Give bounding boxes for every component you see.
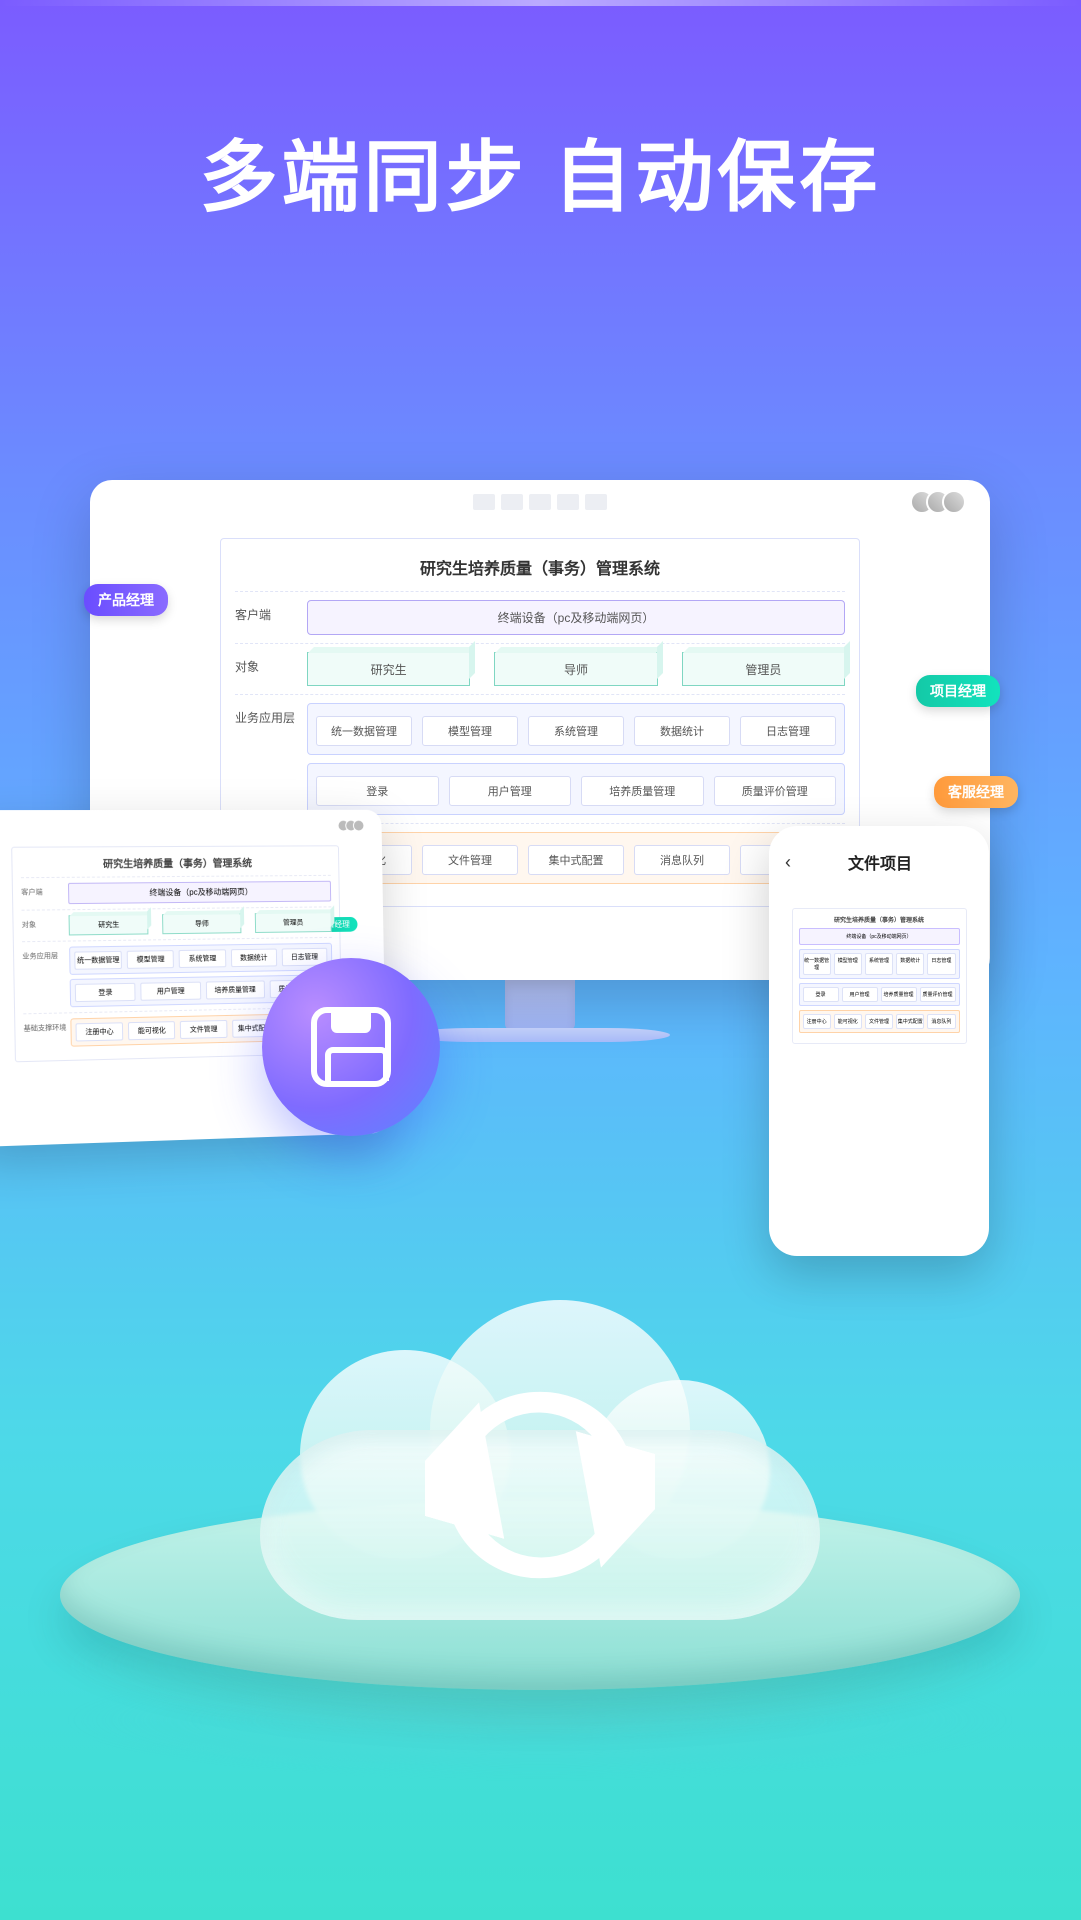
support-chip: 集中式配置 bbox=[528, 845, 624, 875]
object-cube: 管理员 bbox=[254, 912, 331, 933]
object-cube: 管理员 bbox=[682, 652, 845, 686]
support-chip: 消息队列 bbox=[927, 1014, 955, 1029]
client-box: 终端设备（pc及移动端网页） bbox=[799, 928, 960, 945]
app-chip: 系统管理 bbox=[865, 953, 893, 975]
window-tabstrip bbox=[473, 494, 607, 510]
app-chip: 培养质量管理 bbox=[581, 776, 704, 806]
app-chip: 用户管理 bbox=[449, 776, 572, 806]
app-chip: 统一数据管理 bbox=[74, 951, 122, 970]
app-chip: 数据统计 bbox=[896, 953, 924, 975]
phone-header: ‹ 文件项目 bbox=[779, 846, 979, 884]
app-chip: 质量评价管理 bbox=[920, 987, 956, 1002]
support-chip: 文件管理 bbox=[180, 1020, 227, 1039]
object-cube: 导师 bbox=[162, 913, 241, 934]
diagram-row-app: 业务应用层 统一数据管理 模型管理 系统管理 数据统计 日志管理 登录 bbox=[235, 694, 845, 823]
row-label: 客户端 bbox=[235, 600, 307, 623]
support-chip: 能可视化 bbox=[128, 1021, 175, 1040]
app-chip: 培养质量管理 bbox=[205, 980, 264, 999]
support-chip: 消息队列 bbox=[634, 845, 730, 875]
hero-title: 多端同步 自动保存 bbox=[0, 115, 1081, 227]
support-chip: 能可视化 bbox=[834, 1014, 862, 1029]
support-chip: 注册中心 bbox=[803, 1014, 831, 1029]
row-label: 业务应用层 bbox=[22, 947, 69, 962]
support-chip: 文件管理 bbox=[865, 1014, 893, 1029]
client-box: 终端设备（pc及移动端网页） bbox=[307, 600, 845, 635]
row-label: 基础支撑环境 bbox=[23, 1018, 70, 1033]
app-chip: 模型管理 bbox=[422, 716, 518, 746]
role-pill-pm: 产品经理 bbox=[84, 584, 168, 616]
support-chip: 文件管理 bbox=[422, 845, 518, 875]
phone-device: ‹ 文件项目 研究生培养质量（事务）管理系统 终端设备（pc及移动端网页） 统一… bbox=[769, 826, 989, 1256]
app-chip: 数据统计 bbox=[634, 716, 730, 746]
app-chip: 用户管理 bbox=[141, 982, 201, 1001]
row-label: 对象 bbox=[235, 652, 307, 675]
highlight-bar bbox=[0, 0, 1081, 6]
diagram-title: 研究生培养质量（事务）管理系统 bbox=[21, 854, 331, 871]
support-chip: 集中式配置 bbox=[896, 1014, 924, 1029]
diagram-title: 研究生培养质量（事务）管理系统 bbox=[799, 915, 960, 924]
collaborator-avatars bbox=[341, 820, 364, 832]
app-chip: 登录 bbox=[75, 983, 136, 1002]
save-icon bbox=[311, 1007, 391, 1087]
collaborator-avatars bbox=[918, 490, 966, 514]
app-chip: 登录 bbox=[316, 776, 439, 806]
diagram-row-object: 对象 研究生 导师 管理员 bbox=[235, 643, 845, 694]
object-cube: 研究生 bbox=[307, 652, 470, 686]
phone-title: 文件项目 bbox=[787, 850, 973, 874]
app-chip: 日志管理 bbox=[927, 953, 955, 975]
app-chip: 质量评价管理 bbox=[714, 776, 837, 806]
object-cube: 导师 bbox=[494, 652, 657, 686]
app-chip: 数据统计 bbox=[231, 949, 277, 968]
avatar bbox=[942, 490, 966, 514]
role-pill-proj: 项目经理 bbox=[916, 675, 1000, 707]
row-label: 业务应用层 bbox=[235, 703, 307, 726]
support-chip: 注册中心 bbox=[75, 1022, 123, 1041]
row-label: 客户端 bbox=[21, 883, 68, 898]
cloud-platform bbox=[60, 1330, 1020, 1780]
app-chip: 用户管理 bbox=[842, 987, 878, 1002]
role-pill-qa: 客服经理 bbox=[934, 776, 1018, 808]
app-chip: 系统管理 bbox=[179, 949, 226, 968]
app-chip: 统一数据管理 bbox=[803, 953, 831, 975]
save-badge bbox=[262, 958, 440, 1136]
monitor-base bbox=[410, 1028, 670, 1042]
sync-icon bbox=[425, 1370, 655, 1600]
app-chip: 登录 bbox=[803, 987, 839, 1002]
app-chip: 模型管理 bbox=[834, 953, 862, 975]
app-chip: 系统管理 bbox=[528, 716, 624, 746]
diagram-row-client: 客户端 终端设备（pc及移动端网页） bbox=[235, 591, 845, 643]
diagram-title: 研究生培养质量（事务）管理系统 bbox=[235, 555, 845, 579]
object-cube: 研究生 bbox=[69, 914, 149, 935]
client-box: 终端设备（pc及移动端网页） bbox=[68, 881, 331, 904]
app-chip: 模型管理 bbox=[127, 950, 174, 969]
monitor-stand bbox=[505, 980, 575, 1030]
row-label: 对象 bbox=[22, 915, 69, 930]
app-chip: 日志管理 bbox=[740, 716, 836, 746]
app-chip: 培养质量管理 bbox=[881, 987, 917, 1002]
architecture-diagram: 研究生培养质量（事务）管理系统 终端设备（pc及移动端网页） 统一数据管理 模型… bbox=[792, 908, 967, 1044]
app-chip: 统一数据管理 bbox=[316, 716, 412, 746]
